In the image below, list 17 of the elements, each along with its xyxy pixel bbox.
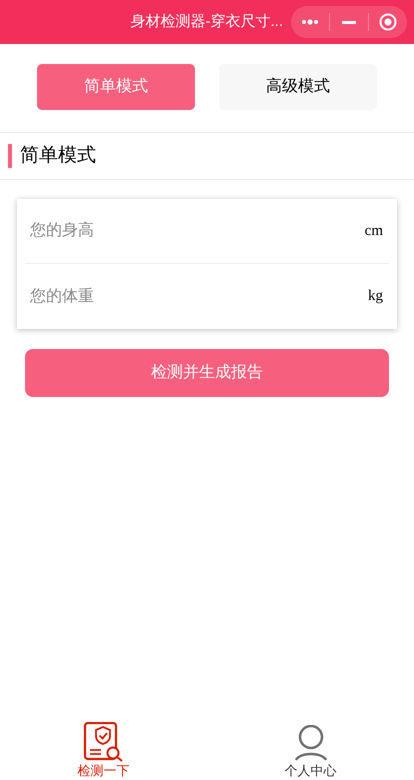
more-icon [301, 19, 319, 25]
tab-bar-item[interactable]: 检测一下 [0, 714, 207, 780]
window-title: 身材检测器-穿衣尺寸... [130, 12, 283, 32]
unit-label: kg [368, 287, 383, 306]
mode-tab[interactable]: 高级模式 [219, 64, 377, 110]
mode-tab[interactable]: 简单模式 [37, 64, 195, 110]
report-search-icon [82, 722, 124, 762]
section-marker [8, 144, 12, 168]
tab-bar-item[interactable]: 个人中心 [207, 714, 414, 780]
submit-button[interactable]: 检测并生成报告 [25, 349, 389, 397]
unit-label: cm [364, 222, 383, 241]
person-icon [294, 725, 328, 761]
input-field[interactable]: 您的体重 [30, 276, 368, 316]
minimize-icon [342, 20, 356, 24]
target-icon [379, 13, 397, 31]
section-title: 简单模式 [20, 144, 96, 168]
input-field[interactable]: 您的身高 [30, 211, 365, 251]
